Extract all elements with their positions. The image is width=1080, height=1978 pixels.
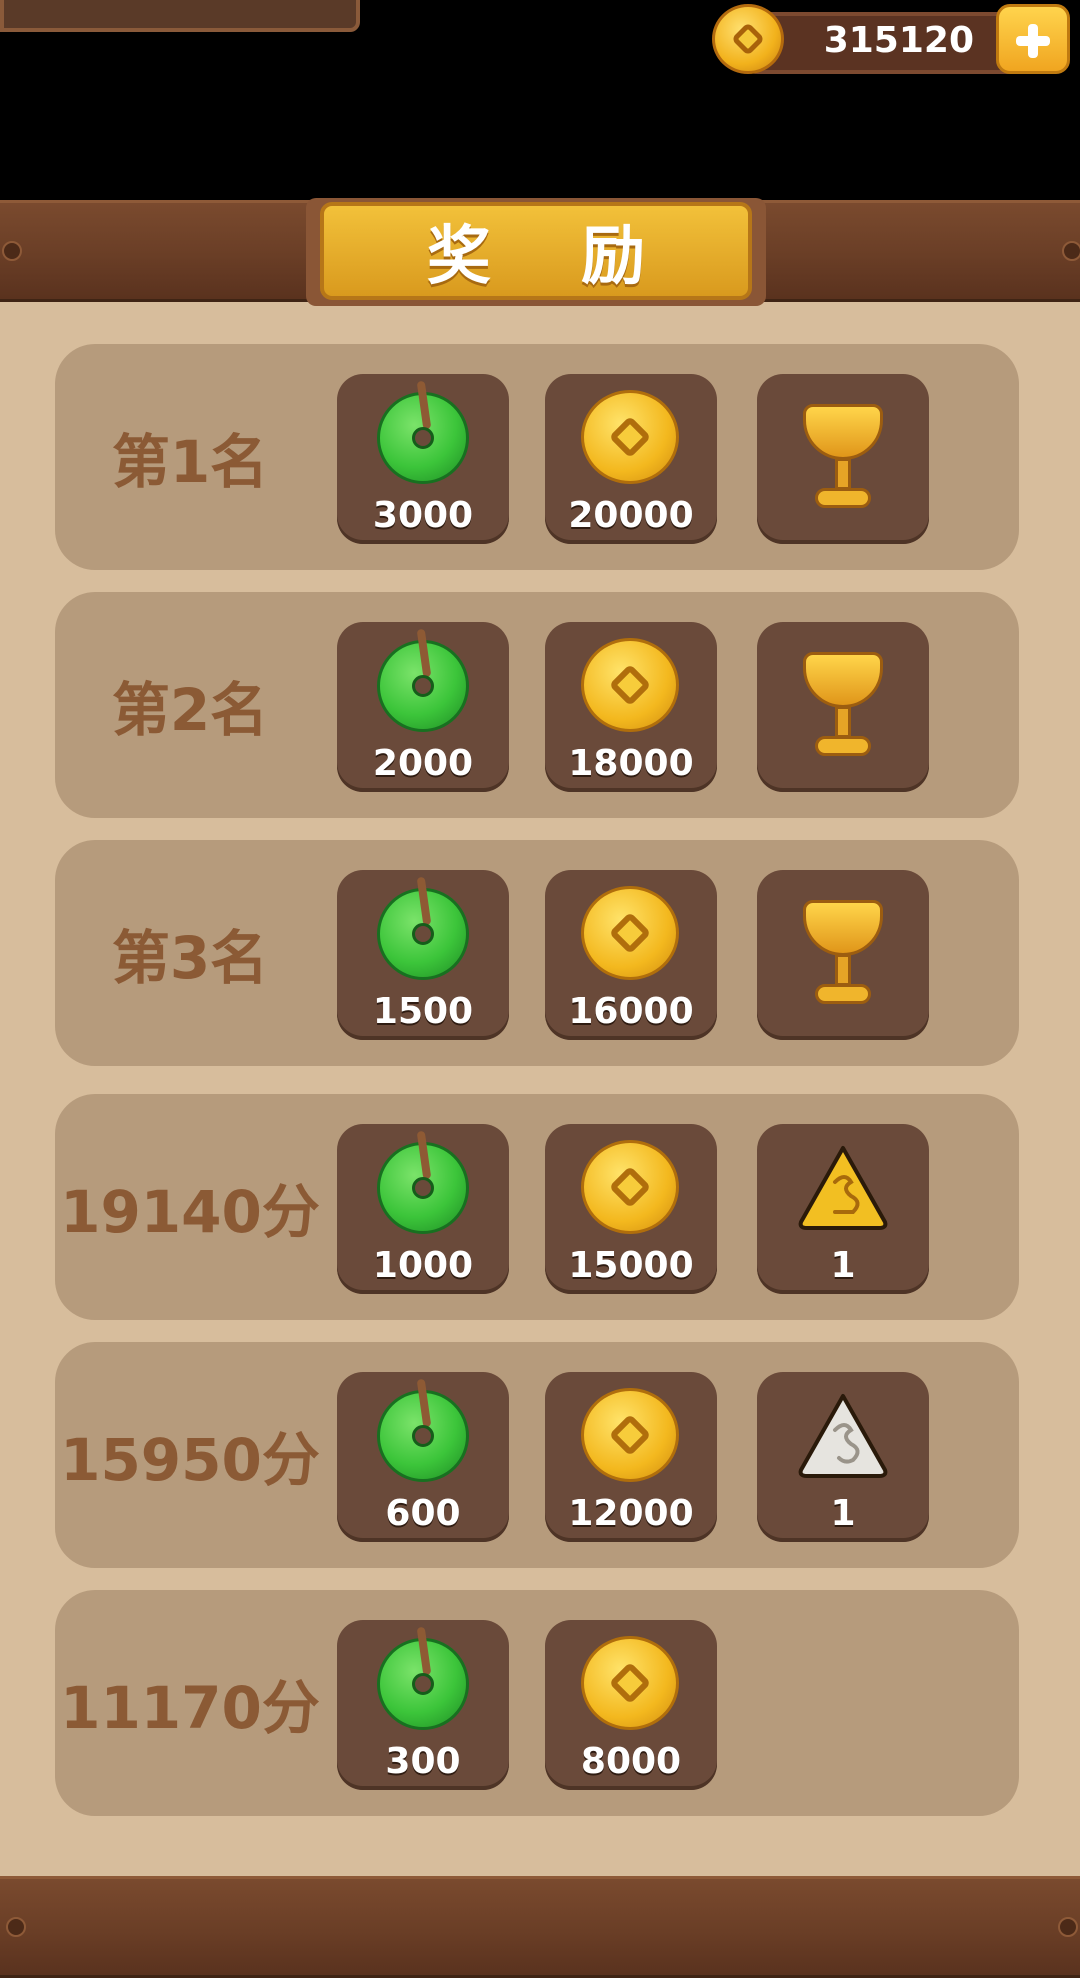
rank-label: 第1名 <box>111 428 269 496</box>
jade-icon <box>377 1378 469 1482</box>
jade-icon <box>377 380 469 484</box>
reward-slot-jade[interactable]: 1000 <box>337 1124 509 1294</box>
reward-slot-cup[interactable] <box>757 870 929 1040</box>
reward-qty: 300 <box>385 1741 461 1782</box>
nail-icon <box>2 241 22 261</box>
reward-slot-coin[interactable]: 15000 <box>545 1124 717 1294</box>
reward-slot-coin[interactable]: 8000 <box>545 1620 717 1790</box>
player-name-box[interactable] <box>0 0 360 32</box>
reward-row: 15950分 600 12000 1 <box>55 1342 1019 1568</box>
reward-row: 11170分 300 8000 <box>55 1590 1019 1816</box>
reward-row: 第2名 2000 18000 <box>55 592 1019 818</box>
reward-qty: 18000 <box>568 743 694 784</box>
coin-icon <box>581 1388 679 1482</box>
rank-label: 第3名 <box>111 924 269 992</box>
gold-token-icon <box>795 1142 891 1232</box>
coin-icon <box>581 1636 679 1730</box>
reward-qty: 2000 <box>372 743 474 784</box>
reward-slot-jade[interactable]: 600 <box>337 1372 509 1542</box>
reward-slot-jade[interactable]: 1500 <box>337 870 509 1040</box>
rank-label: 19140分 <box>60 1178 320 1246</box>
rank-label: 第2名 <box>111 676 269 744</box>
reward-qty: 600 <box>385 1493 461 1534</box>
reward-slot-cup[interactable] <box>757 622 929 792</box>
reward-slot-jade[interactable]: 3000 <box>337 374 509 544</box>
coin-icon <box>581 886 679 980</box>
panel-title: 奖 励 <box>426 220 680 294</box>
reward-qty: 16000 <box>568 991 694 1032</box>
top-bar: 315120 <box>0 0 1080 200</box>
coin-icon <box>581 390 679 484</box>
rank-label: 15950分 <box>60 1426 320 1494</box>
cup-icon <box>797 398 889 518</box>
reward-qty: 15000 <box>568 1245 694 1286</box>
reward-slot-jade[interactable]: 2000 <box>337 622 509 792</box>
reward-qty: 1000 <box>372 1245 474 1286</box>
reward-qty: 3000 <box>372 495 474 536</box>
silver-token-icon <box>795 1390 891 1480</box>
add-coins-button[interactable] <box>996 4 1070 74</box>
rank-label: 11170分 <box>60 1674 320 1742</box>
nail-icon <box>1062 241 1080 261</box>
cup-icon <box>797 894 889 1014</box>
reward-slot-cup[interactable] <box>757 374 929 544</box>
reward-slot-silver-token[interactable]: 1 <box>757 1372 929 1542</box>
nail-icon <box>1058 1917 1078 1937</box>
jade-icon <box>377 1130 469 1234</box>
reward-slot-jade[interactable]: 300 <box>337 1620 509 1790</box>
reward-row: 19140分 1000 15000 1 <box>55 1094 1019 1320</box>
reward-slot-coin[interactable]: 16000 <box>545 870 717 1040</box>
coin-icon <box>581 638 679 732</box>
title-plate: 奖 励 <box>320 202 752 300</box>
reward-row: 第1名 3000 20000 <box>55 344 1019 570</box>
coin-icon <box>712 4 784 74</box>
bottom-wood-plank <box>0 1876 1080 1978</box>
reward-slot-coin[interactable]: 20000 <box>545 374 717 544</box>
reward-qty: 12000 <box>568 1493 694 1534</box>
jade-icon <box>377 876 469 980</box>
jade-icon <box>377 1626 469 1730</box>
reward-qty: 1 <box>830 1245 856 1286</box>
nail-icon <box>6 1917 26 1937</box>
reward-slot-coin[interactable]: 18000 <box>545 622 717 792</box>
reward-row: 第3名 1500 16000 <box>55 840 1019 1066</box>
reward-qty: 1500 <box>372 991 474 1032</box>
rewards-panel: 奖 励 第1名 3000 20000 第2名 2000 18000 第3名 15… <box>0 198 1080 1978</box>
reward-slot-coin[interactable]: 12000 <box>545 1372 717 1542</box>
cup-icon <box>797 646 889 766</box>
reward-qty: 1 <box>830 1493 856 1534</box>
jade-icon <box>377 628 469 732</box>
reward-qty: 20000 <box>568 495 694 536</box>
reward-slot-gold-token[interactable]: 1 <box>757 1124 929 1294</box>
coin-icon <box>581 1140 679 1234</box>
reward-qty: 8000 <box>580 1741 682 1782</box>
coin-balance-value: 315120 <box>823 20 974 61</box>
